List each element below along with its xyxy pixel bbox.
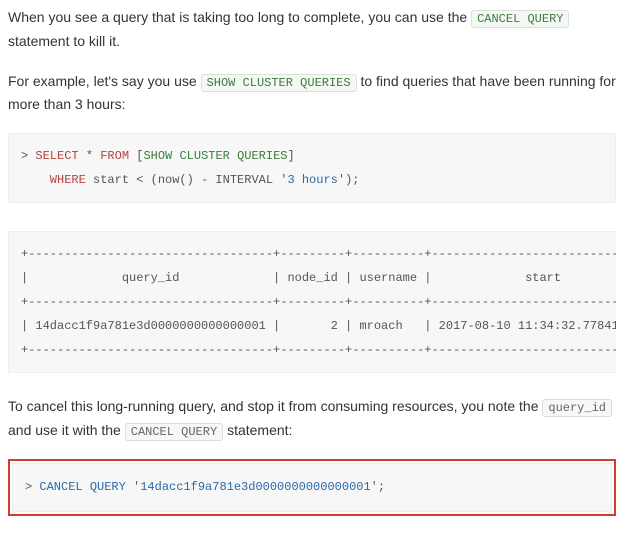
inline-code-cancel-query: CANCEL QUERY (471, 10, 569, 28)
text: and use it with the (8, 422, 125, 438)
keyword-from: FROM (100, 149, 129, 163)
paragraph-1: When you see a query that is taking too … (8, 6, 616, 54)
paragraph-2: For example, let's say you use SHOW CLUS… (8, 70, 616, 118)
table-separator: +----------------------------------+----… (21, 247, 616, 261)
prompt: > (25, 480, 39, 494)
text: For example, let's say you use (8, 73, 201, 89)
table-header: | query_id | node_id | username | start … (21, 271, 616, 285)
paragraph-3: To cancel this long-running query, and s… (8, 395, 616, 443)
command-cancel-query: CANCEL QUERY (39, 480, 133, 494)
text: * (79, 149, 101, 163)
table-scroll-container[interactable]: +----------------------------------+----… (8, 217, 616, 377)
inline-code-show-cluster-queries: SHOW CLUSTER QUERIES (201, 74, 357, 92)
subquery: SHOW CLUSTER QUERIES (143, 149, 287, 163)
text: ; (378, 480, 385, 494)
string-literal: '14dacc1f9a781e3d0000000000000001' (133, 480, 378, 494)
code-block-select-query: > SELECT * FROM [SHOW CLUSTER QUERIES] W… (8, 133, 616, 203)
text: ); (345, 173, 359, 187)
table-separator: +----------------------------------+----… (21, 343, 616, 357)
inline-code-query-id: query_id (542, 399, 612, 417)
table-row: | 14dacc1f9a781e3d0000000000000001 | 2 |… (21, 319, 616, 333)
text: To cancel this long-running query, and s… (8, 398, 542, 414)
string-literal: '3 hours' (280, 173, 345, 187)
text: When you see a query that is taking too … (8, 9, 471, 25)
keyword-where: WHERE (50, 173, 86, 187)
text: start < (now() - INTERVAL (86, 173, 280, 187)
bracket: ] (287, 149, 294, 163)
bracket: [ (129, 149, 143, 163)
code-block-result-table: +----------------------------------+----… (8, 231, 616, 373)
inline-code-cancel-query-2: CANCEL QUERY (125, 423, 223, 441)
table-separator: +----------------------------------+----… (21, 295, 616, 309)
prompt: > (21, 149, 35, 163)
code-block-cancel-query: > CANCEL QUERY '14dacc1f9a781e3d00000000… (12, 463, 612, 512)
text: statement: (227, 422, 292, 438)
highlighted-code-container: > CANCEL QUERY '14dacc1f9a781e3d00000000… (8, 459, 616, 516)
keyword-select: SELECT (35, 149, 78, 163)
text: statement to kill it. (8, 33, 120, 49)
